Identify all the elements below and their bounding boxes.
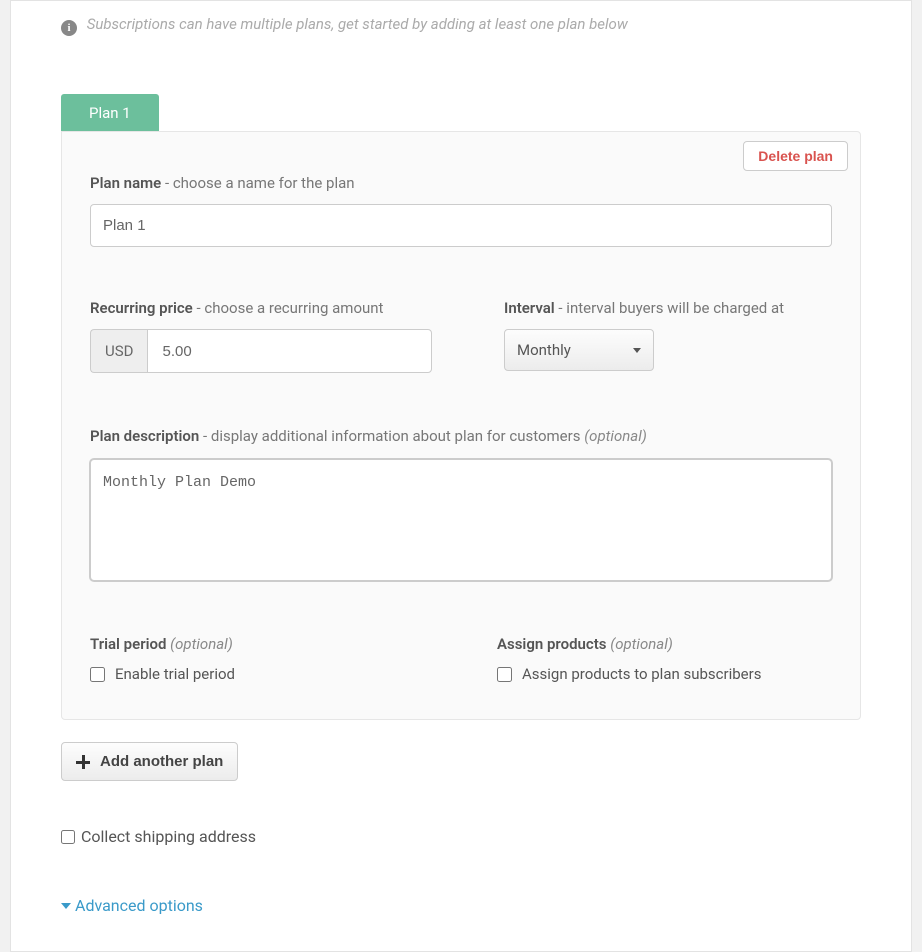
price-label-hint: - choose a recurring amount [193, 299, 384, 317]
interval-select[interactable]: Monthly [504, 329, 654, 371]
trial-checkbox[interactable] [90, 667, 105, 682]
add-another-plan-label: Add another plan [100, 753, 223, 770]
assign-label-optional: (optional) [610, 635, 673, 653]
description-label: Plan description - display additional in… [90, 427, 832, 445]
trial-label-strong: Trial period [90, 635, 170, 653]
info-banner: i Subscriptions can have multiple plans,… [61, 1, 861, 36]
delete-plan-button[interactable]: Delete plan [743, 141, 848, 171]
assign-checkbox-row[interactable]: Assign products to plan subscribers [497, 665, 832, 683]
plus-icon [76, 755, 90, 769]
add-another-plan-button[interactable]: Add another plan [61, 742, 238, 781]
description-label-strong: Plan description [90, 427, 199, 445]
assign-checkbox[interactable] [497, 667, 512, 682]
tab-plan-1[interactable]: Plan 1 [61, 94, 159, 131]
advanced-options-toggle[interactable]: Advanced options [61, 896, 203, 915]
trial-label-optional: (optional) [170, 635, 233, 653]
price-label-strong: Recurring price [90, 299, 193, 317]
chevron-down-icon [61, 903, 71, 909]
description-label-hint: - display additional information about p… [199, 427, 584, 445]
currency-addon: USD [90, 329, 147, 373]
plan-editor-panel: i Subscriptions can have multiple plans,… [10, 0, 912, 952]
interval-label-hint: - interval buyers will be charged at [555, 299, 784, 317]
plan-name-label-strong: Plan name [90, 174, 161, 192]
info-text: Subscriptions can have multiple plans, g… [87, 15, 628, 33]
price-label: Recurring price - choose a recurring amo… [90, 299, 432, 317]
shipping-checkbox-label: Collect shipping address [81, 827, 256, 846]
interval-selected-value: Monthly [517, 341, 571, 359]
assign-checkbox-label: Assign products to plan subscribers [522, 665, 761, 683]
info-icon: i [61, 20, 77, 36]
price-input[interactable] [147, 329, 432, 373]
description-textarea[interactable] [90, 459, 832, 581]
shipping-checkbox-row[interactable]: Collect shipping address [61, 827, 861, 846]
plan-name-label: Plan name - choose a name for the plan [90, 174, 832, 192]
plan-tabs: Plan 1 [61, 94, 861, 131]
assign-label: Assign products (optional) [497, 635, 832, 653]
advanced-options-label: Advanced options [75, 896, 203, 915]
trial-checkbox-label: Enable trial period [115, 665, 235, 683]
caret-down-icon [633, 348, 641, 353]
assign-label-strong: Assign products [497, 635, 610, 653]
plan-name-label-hint: - choose a name for the plan [161, 174, 354, 192]
interval-label-strong: Interval [504, 299, 555, 317]
plan-card: Delete plan Plan name - choose a name fo… [61, 131, 861, 720]
interval-label: Interval - interval buyers will be charg… [504, 299, 832, 317]
price-input-group: USD [90, 329, 432, 373]
trial-label: Trial period (optional) [90, 635, 425, 653]
shipping-checkbox[interactable] [61, 830, 75, 844]
trial-checkbox-row[interactable]: Enable trial period [90, 665, 425, 683]
description-label-optional: (optional) [584, 427, 647, 445]
plan-name-input[interactable] [90, 204, 832, 247]
